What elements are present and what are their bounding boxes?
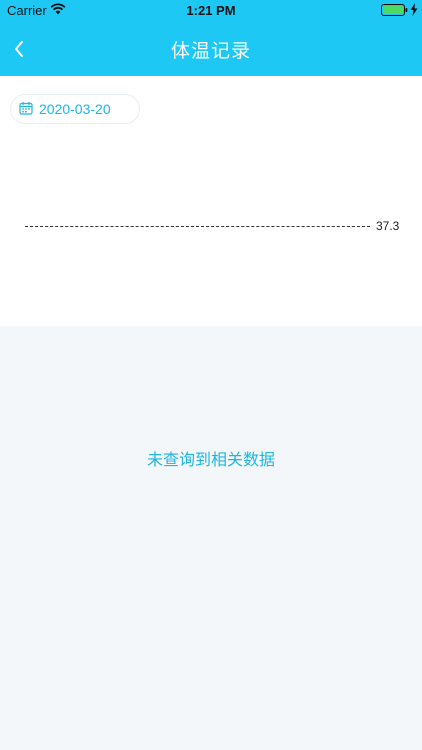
chart-panel: 2020-03-20 37.3 — [0, 76, 422, 326]
selected-date: 2020-03-20 — [39, 101, 111, 117]
reference-line-label: 37.3 — [376, 219, 400, 233]
nav-bar: Carrier 1:21 PM 体温记录 — [0, 0, 422, 76]
empty-state-message: 未查询到相关数据 — [146, 450, 275, 469]
page-title: 体温记录 — [170, 40, 251, 62]
status-time: 1:21 PM — [186, 3, 236, 18]
calendar-icon — [19, 100, 33, 119]
reference-line — [25, 226, 370, 227]
charging-icon — [410, 3, 418, 20]
status-bar: Carrier 1:21 PM — [0, 0, 422, 22]
battery-icon — [381, 4, 408, 20]
date-picker-button[interactable]: 2020-03-20 — [10, 94, 140, 124]
